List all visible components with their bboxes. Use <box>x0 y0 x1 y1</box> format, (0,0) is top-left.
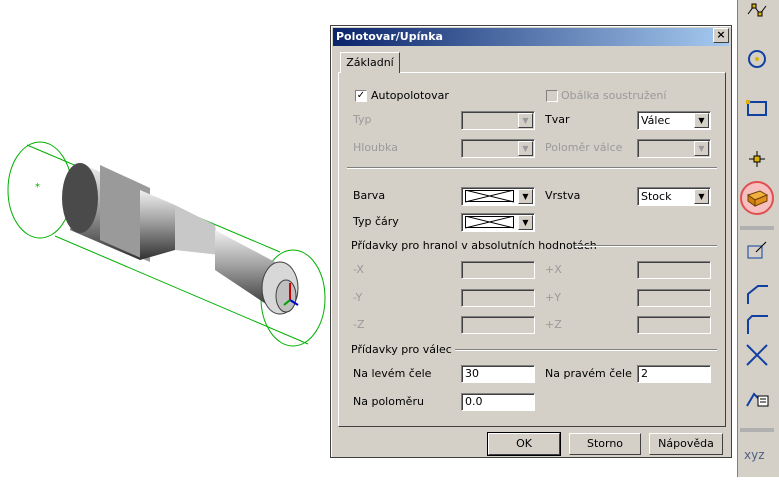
vrstva-label: Vrstva <box>545 189 581 202</box>
connect-points-icon[interactable] <box>744 0 770 26</box>
chamfer-tool-icon[interactable] <box>744 282 770 308</box>
dialog-title: Polotovar/Upínka <box>333 28 729 46</box>
cad-viewport[interactable]: * <box>0 0 330 477</box>
color-swatch-icon <box>465 190 515 203</box>
rectangle-tool-icon[interactable] <box>744 96 770 122</box>
barva-label: Barva <box>353 189 386 202</box>
tab-panel: ✓ Autopolotovar Obálka soustružení Typ ▼… <box>338 72 726 427</box>
line-type-swatch-icon <box>465 216 515 229</box>
levem-cele-input[interactable]: 30 <box>461 365 535 383</box>
measure-tool-icon[interactable] <box>744 238 770 264</box>
minus-y-label: -Y <box>353 291 363 304</box>
toolbar-separator <box>740 428 774 432</box>
polomeru-input[interactable]: 0.0 <box>461 393 535 411</box>
typ-select[interactable]: ▼ <box>461 111 535 130</box>
pravem-cele-label: Na pravém čele <box>545 367 632 380</box>
polomer-valce-select[interactable]: ▼ <box>637 139 711 158</box>
autopolotovar-label: Autopolotovar <box>371 89 449 102</box>
typ-cary-select[interactable]: ▼ <box>461 213 535 232</box>
polomeru-label: Na poloměru <box>353 395 424 408</box>
plus-z-input[interactable] <box>637 316 711 334</box>
plus-x-input[interactable] <box>637 261 711 279</box>
polomer-valce-label: Poloměr válce <box>545 141 623 154</box>
tab-zakladni[interactable]: Základní <box>340 52 400 73</box>
autopolotovar-checkbox[interactable]: ✓ <box>355 90 367 102</box>
valec-group-label: Přídavky pro válec <box>351 343 452 356</box>
plus-y-label: +Y <box>545 291 561 304</box>
pravem-cele-input[interactable]: 2 <box>637 365 711 383</box>
obalka-checkbox[interactable] <box>546 90 558 102</box>
ok-button[interactable]: OK <box>487 432 561 456</box>
right-toolbar: xyz <box>737 0 779 477</box>
divider <box>347 167 717 169</box>
typ-cary-label: Typ čáry <box>353 215 399 228</box>
tvar-select[interactable]: Válec ▼ <box>637 111 711 130</box>
chevron-down-icon: ▼ <box>518 113 533 128</box>
chevron-down-icon: ▼ <box>694 141 709 156</box>
corner-tool-icon[interactable] <box>744 312 770 338</box>
text-tool-icon[interactable] <box>744 384 770 410</box>
divider <box>455 349 717 351</box>
barva-select[interactable]: ▼ <box>461 187 535 206</box>
hranol-group-label: Přídavky pro hranol v absolutních hodnot… <box>351 239 597 252</box>
svg-text:*: * <box>35 182 40 193</box>
minus-z-label: -Z <box>353 318 365 331</box>
xyz-label[interactable]: xyz <box>744 448 765 462</box>
plus-z-label: +Z <box>545 318 562 331</box>
hloubka-select[interactable]: ▼ <box>461 139 535 158</box>
minus-z-input[interactable] <box>461 316 535 334</box>
levem-cele-label: Na levém čele <box>353 367 432 380</box>
minus-x-input[interactable] <box>461 261 535 279</box>
hloubka-label: Hloubka <box>353 141 398 154</box>
obalka-label: Obálka soustružení <box>561 89 667 102</box>
point-tool-icon[interactable] <box>744 146 770 172</box>
circle-tool-icon[interactable] <box>744 46 770 72</box>
minus-y-input[interactable] <box>461 289 535 307</box>
minus-x-label: -X <box>353 263 364 276</box>
plus-y-input[interactable] <box>637 289 711 307</box>
chevron-down-icon: ▼ <box>518 189 533 204</box>
stock-tool-icon[interactable] <box>740 181 774 215</box>
tvar-value: Válec <box>641 114 671 127</box>
cancel-button[interactable]: Storno <box>569 433 641 455</box>
toolbar-separator <box>740 226 774 230</box>
typ-label: Typ <box>353 113 372 126</box>
chevron-down-icon: ▼ <box>694 189 709 204</box>
plus-x-label: +X <box>545 263 562 276</box>
stock-clamp-dialog: Polotovar/Upínka × Základní ✓ Autopoloto… <box>330 25 732 458</box>
chevron-down-icon: ▼ <box>518 215 533 230</box>
divider <box>575 245 717 247</box>
tvar-label: Tvar <box>545 113 570 126</box>
help-button[interactable]: Nápověda <box>649 433 723 455</box>
chevron-down-icon: ▼ <box>694 113 709 128</box>
vrstva-value: Stock <box>641 190 672 203</box>
chevron-down-icon: ▼ <box>518 141 533 156</box>
trim-tool-icon[interactable] <box>744 342 770 368</box>
close-button[interactable]: × <box>713 28 729 43</box>
turned-part-model: * <box>7 141 326 347</box>
vrstva-select[interactable]: Stock ▼ <box>637 187 711 206</box>
